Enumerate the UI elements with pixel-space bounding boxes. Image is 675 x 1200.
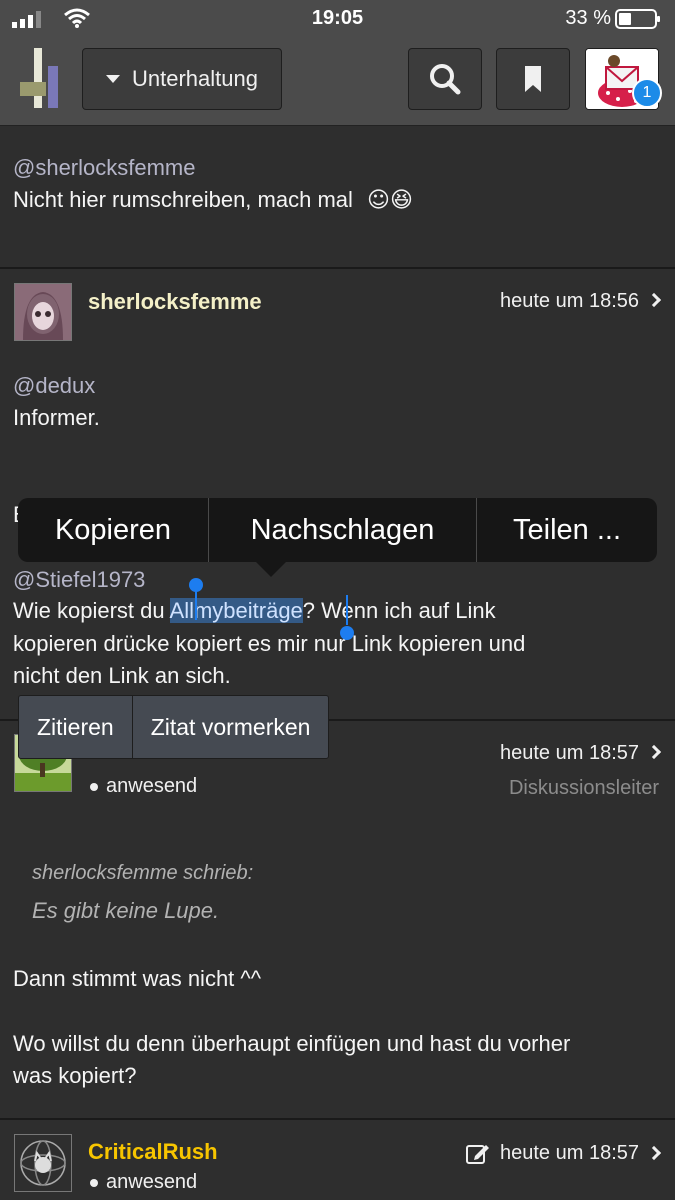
online-dot-icon [90, 1178, 98, 1187]
post-divider [0, 1118, 675, 1120]
mention-link[interactable]: @dedux [13, 373, 95, 399]
search-button[interactable] [408, 48, 482, 110]
presence-status: anwesend [90, 775, 197, 798]
battery-icon [615, 9, 661, 34]
text-segment: ? Wenn ich auf Link [302, 598, 496, 623]
text-selection-menu: Kopieren Nachschlagen Teilen ... [18, 498, 657, 562]
chevron-right-icon [646, 1145, 662, 1160]
app-header: Unterhaltung 1 [0, 38, 675, 126]
notification-badge: 1 [632, 78, 662, 108]
timestamp-text: heute um 18:56 [500, 290, 639, 312]
quote-text: Es gibt keine Lupe. [32, 898, 220, 923]
timestamp-text: heute um 18:57 [500, 742, 639, 764]
post-timestamp[interactable]: heute um 18:56 [500, 290, 662, 313]
avatar[interactable] [14, 283, 72, 341]
lookup-menu-item[interactable]: Nachschlagen [209, 498, 477, 562]
presence-text: anwesend [106, 775, 198, 797]
copy-menu-item[interactable]: Kopieren [18, 498, 209, 562]
quote-menu: Zitieren Zitat vormerken [18, 695, 330, 759]
presence-text: anwesend [106, 1171, 198, 1193]
bookmark-icon [525, 66, 541, 92]
online-dot-icon [90, 782, 98, 791]
presence-status: anwesend [90, 1171, 197, 1194]
share-menu-item[interactable]: Teilen ... [477, 498, 657, 562]
category-dropdown[interactable]: Unterhaltung [82, 48, 282, 110]
menu-pointer [255, 561, 287, 577]
post-text-line: Wo willst du denn überhaupt einfügen und… [13, 1031, 571, 1056]
timestamp-text: heute um 18:57 [500, 1142, 639, 1164]
post-text-line: was kopiert? [13, 1063, 137, 1088]
selected-text[interactable]: Allmybeiträge [169, 598, 303, 623]
post-timestamp[interactable]: heute um 18:57 [466, 1142, 662, 1165]
post-text-line: kopieren drücke kopiert es mir nur Link … [13, 631, 526, 656]
status-bar: 19:05 33 % [0, 0, 675, 38]
search-icon [430, 64, 461, 95]
chevron-right-icon [646, 292, 662, 308]
user-role: Diskussionsleiter [508, 777, 659, 799]
post-timestamp[interactable]: heute um 18:57 [500, 742, 662, 765]
bookmark-button[interactable] [496, 48, 570, 110]
post-text-line: nicht den Link an sich. [13, 663, 231, 688]
selection-end-bar [346, 595, 348, 625]
post-text-line: Wie kopierst du Allmybeiträge? Wenn ich … [13, 595, 496, 627]
edit-icon [466, 1144, 489, 1164]
mention-link[interactable]: @Stiefel1973 [13, 567, 145, 593]
caret-down-icon [106, 75, 120, 83]
selection-end-handle[interactable] [340, 626, 354, 640]
avatar[interactable] [14, 1134, 72, 1192]
text-segment: Wie kopierst du [13, 598, 170, 623]
post-divider [0, 267, 675, 269]
quote-author: sherlocksfemme schrieb: [32, 862, 254, 884]
chevron-right-icon [646, 744, 662, 760]
post-text-line: Informer. [13, 405, 100, 430]
category-label: Unterhaltung [132, 66, 258, 91]
post-text-line: Nicht hier rumschreiben, mach mal [13, 187, 353, 212]
post-text-line: Dann stimmt was nicht ^^ [13, 966, 262, 991]
username[interactable]: sherlocksfemme [88, 289, 262, 315]
thread-content: @sherlocksfemme Nicht hier rumschreiben,… [0, 127, 675, 1200]
app-logo[interactable] [16, 48, 62, 110]
bookmark-quote-button[interactable]: Zitat vormerken [133, 696, 329, 758]
mention-link[interactable]: @sherlocksfemme [13, 155, 196, 181]
battery-percentage: 33 % [565, 7, 611, 29]
quote-button[interactable]: Zitieren [19, 696, 133, 758]
post-text: Nicht hier rumschreiben, mach mal ☺︎😆 [13, 184, 413, 217]
username[interactable]: CriticalRush [88, 1139, 218, 1165]
selection-start-bar [195, 586, 197, 620]
emoji: ☺︎😆 [367, 188, 413, 213]
